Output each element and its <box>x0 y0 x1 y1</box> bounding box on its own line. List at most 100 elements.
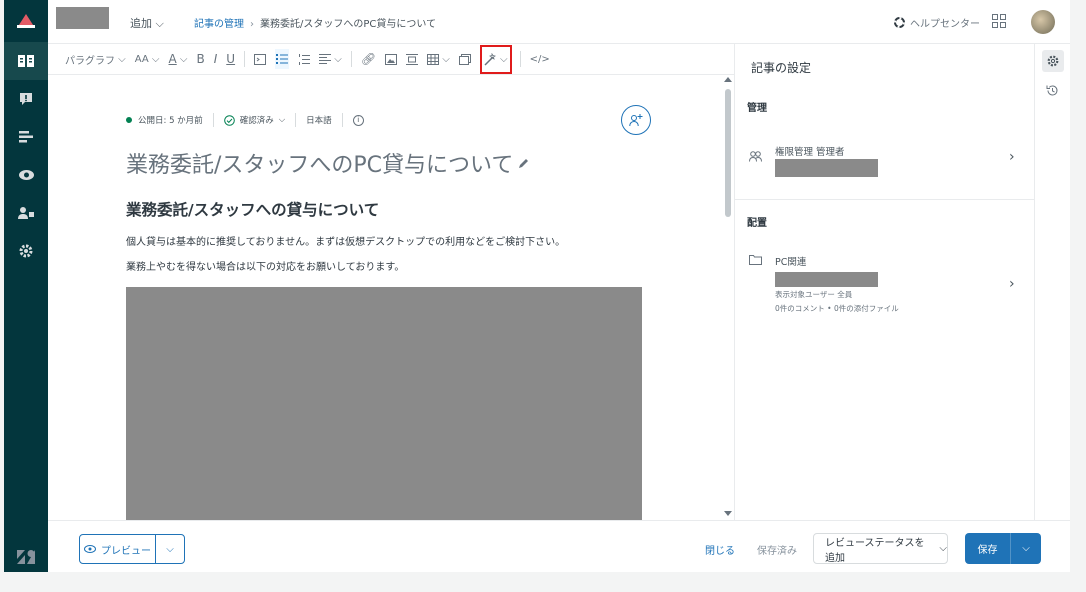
redacted-section-value <box>775 272 878 287</box>
bold-button[interactable]: B <box>196 49 204 69</box>
chevron-down-icon: ⌵ <box>166 543 174 555</box>
settings-rail <box>1034 44 1070 520</box>
add-label: 追加 <box>130 17 152 30</box>
bold-icon: B <box>196 52 205 66</box>
lifebuoy-icon <box>894 17 905 28</box>
permission-row[interactable]: 権限管理 管理者 › <box>735 139 1035 189</box>
info-icon[interactable]: i <box>352 114 364 126</box>
editor-scrollbar[interactable] <box>722 75 734 520</box>
ai-writing-tools-dropdown[interactable]: ⌵ <box>484 50 508 70</box>
font-size-label: AA <box>134 53 149 65</box>
magic-wand-icon <box>484 53 496 66</box>
article-title[interactable]: 業務委託/スタッフへのPC貸与について <box>126 147 530 179</box>
chevron-right-icon: › <box>1009 276 1015 292</box>
section-divider <box>735 199 1035 200</box>
media-embed-icon <box>406 53 419 65</box>
numbered-list-button[interactable] <box>298 49 311 69</box>
chevron-down-icon: ⌵ <box>939 543 947 554</box>
nav-view-icon[interactable] <box>4 156 48 194</box>
check-circle-icon <box>223 114 235 126</box>
save-split-button: 保存 ⌵ <box>965 533 1041 564</box>
nav-settings-gear-icon[interactable] <box>4 232 48 270</box>
chevron-down-icon: ⌵ <box>155 17 164 30</box>
verified-status-label: 確認済み <box>239 116 274 126</box>
code-block-icon <box>254 53 267 65</box>
close-button[interactable]: 閉じる <box>705 542 735 557</box>
placement-section-heading: 配置 <box>747 218 767 229</box>
add-collaborator-button[interactable] <box>621 105 651 135</box>
insert-link-button[interactable]: 🔗︎ <box>361 49 376 69</box>
breadcrumb-parent-link[interactable]: 記事の管理 <box>194 19 244 30</box>
revision-history-icon[interactable] <box>1046 84 1059 100</box>
manage-section-heading: 管理 <box>747 103 767 114</box>
insert-image-button[interactable] <box>385 49 398 69</box>
article-editor[interactable]: 公開日: 5 か月前 確認済み ⌵ 日本語 i 業務委託/スタッフへのPC貸与に… <box>48 75 722 520</box>
toolbar-divider <box>244 51 246 67</box>
text-color-dropdown[interactable]: A ⌵ <box>169 49 188 69</box>
saved-status: 保存済み <box>757 546 797 557</box>
save-label: 保存 <box>977 545 998 556</box>
verified-dropdown[interactable]: 確認済み ⌵ <box>223 114 285 126</box>
placement-row[interactable]: PC関連 表示対象ユーザー 全員 0件のコメント • 0件の添付ファイル › <box>735 252 1035 322</box>
apps-grid-icon[interactable] <box>992 14 1006 31</box>
preview-label: プレビュー <box>101 545 151 557</box>
redacted-brand-logo <box>56 7 109 29</box>
user-avatar[interactable] <box>1031 10 1055 34</box>
insert-table-dropdown[interactable]: ⌵ <box>427 49 450 69</box>
published-status-label: 公開日: 5 か月前 <box>138 116 203 126</box>
table-icon <box>427 53 440 65</box>
help-center-label: ヘルプセンター <box>910 19 980 30</box>
nav-user-permissions-icon[interactable] <box>4 194 48 232</box>
chevron-down-icon: ⌵ <box>1022 543 1030 554</box>
zendesk-guide-logo-icon[interactable] <box>4 0 48 42</box>
users-group-icon <box>749 151 762 165</box>
source-code-button[interactable]: </> <box>530 49 550 69</box>
review-status-dropdown[interactable]: レビューステータスを追加 ⌵ <box>813 533 948 564</box>
scroll-down-arrow-icon[interactable] <box>724 511 732 516</box>
status-divider <box>295 113 297 127</box>
article-status-bar: 公開日: 5 か月前 確認済み ⌵ 日本語 i <box>126 113 364 127</box>
eye-icon <box>84 545 96 553</box>
content-block-button[interactable] <box>458 49 471 69</box>
settings-gear-icon[interactable] <box>1042 50 1064 72</box>
nav-knowledge-icon[interactable] <box>4 42 48 80</box>
redacted-content-image <box>126 287 642 520</box>
help-center-link[interactable]: ヘルプセンター <box>894 15 980 30</box>
save-button[interactable]: 保存 <box>965 533 1011 564</box>
scroll-up-arrow-icon[interactable] <box>724 77 732 82</box>
published-status-dot-icon <box>126 117 132 123</box>
code-block-button[interactable] <box>254 49 267 69</box>
italic-icon: I <box>213 52 218 66</box>
preview-button[interactable]: プレビュー <box>80 535 156 563</box>
editor-toolbar: パラグラフ ⌵ AA ⌵ A ⌵ B I U ⌵ 🔗︎ ⌵ ⌵ </> <box>48 44 734 75</box>
bulleted-list-button[interactable] <box>275 49 290 69</box>
align-dropdown[interactable]: ⌵ <box>319 49 342 69</box>
visibility-label: 表示対象ユーザー 全員 <box>775 290 853 299</box>
add-menu-button[interactable]: 追加 ⌵ <box>130 15 164 31</box>
italic-button[interactable]: I <box>214 49 218 69</box>
link-icon: 🔗︎ <box>360 52 377 66</box>
image-icon <box>385 53 398 65</box>
permission-label: 権限管理 管理者 <box>775 147 845 158</box>
scrollbar-thumb[interactable] <box>725 89 731 217</box>
save-options-dropdown[interactable]: ⌵ <box>1011 533 1041 564</box>
breadcrumb: 記事の管理 › 業務委託/スタッフへのPC貸与について <box>194 15 436 30</box>
article-paragraph: 業務上やむを得ない場合は以下の対応をお願いしております。 <box>126 262 405 273</box>
insert-media-button[interactable] <box>406 49 419 69</box>
comments-attachments-count: 0件のコメント • 0件の添付ファイル <box>775 304 899 313</box>
paragraph-style-dropdown[interactable]: パラグラフ ⌵ <box>65 49 126 69</box>
article-settings-panel: 記事の設定 管理 権限管理 管理者 › 配置 PC関連 表示対象ユーザー 全員 … <box>734 44 1035 520</box>
breadcrumb-separator-icon: › <box>250 19 254 30</box>
preview-options-dropdown[interactable]: ⌵ <box>156 535 184 563</box>
underline-icon: U <box>226 52 236 66</box>
language-label[interactable]: 日本語 <box>306 114 332 126</box>
content-block-icon <box>458 53 471 65</box>
bulleted-list-icon <box>276 54 289 64</box>
font-size-dropdown[interactable]: AA ⌵ <box>135 49 160 69</box>
preview-split-button: プレビュー ⌵ <box>79 534 185 564</box>
chevron-right-icon: › <box>1009 149 1015 165</box>
nav-alert-icon[interactable] <box>4 80 48 118</box>
underline-button[interactable]: U <box>226 49 235 69</box>
nav-arrange-icon[interactable] <box>4 118 48 156</box>
article-paragraph: 個人貸与は基本的に推奨しておりません。まずは仮想デスクトップでの利用などをご検討… <box>126 237 566 248</box>
